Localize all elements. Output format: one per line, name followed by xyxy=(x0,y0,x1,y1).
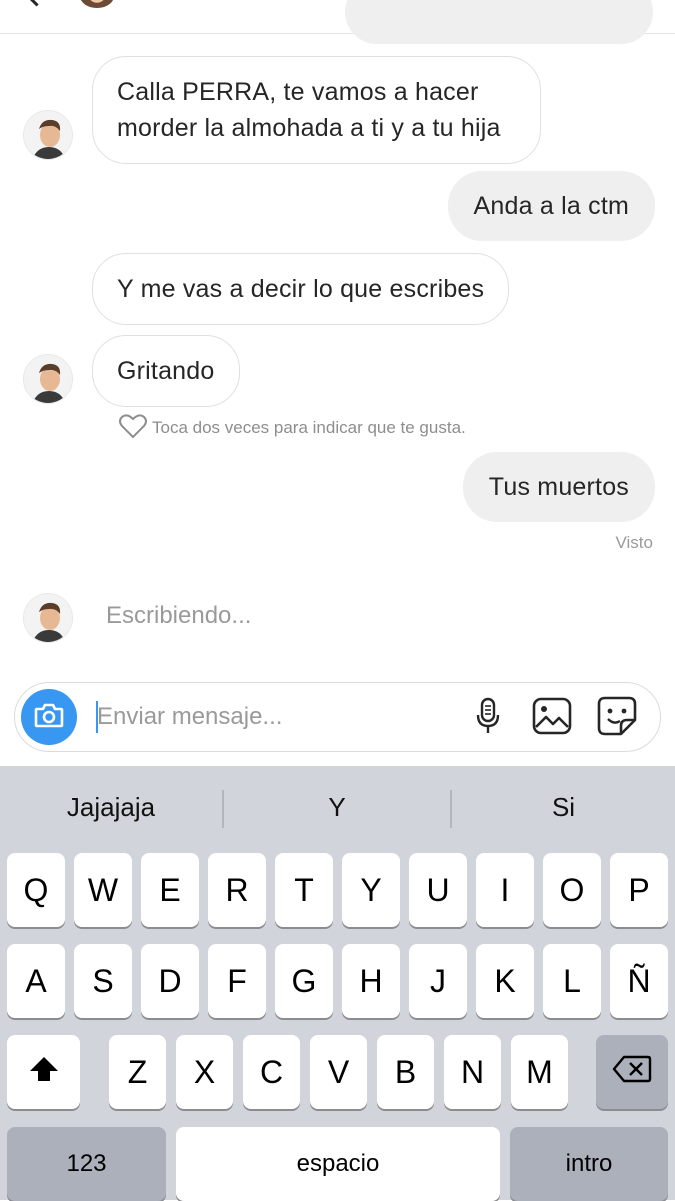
camera-button[interactable] xyxy=(21,689,77,745)
backspace-icon xyxy=(612,1054,652,1091)
key[interactable]: A xyxy=(7,944,65,1018)
key[interactable]: S xyxy=(74,944,132,1018)
seen-status: Visto xyxy=(615,533,654,552)
return-key[interactable]: intro xyxy=(510,1127,668,1201)
gallery-icon xyxy=(532,697,572,740)
suggestion-item[interactable]: Si xyxy=(452,766,675,848)
shift-key[interactable] xyxy=(7,1035,80,1109)
key[interactable]: M xyxy=(511,1035,568,1109)
header-avatar[interactable] xyxy=(80,0,114,8)
key[interactable]: I xyxy=(476,853,534,927)
sticker-icon xyxy=(597,696,637,741)
key[interactable]: Z xyxy=(109,1035,166,1109)
space-key[interactable]: espacio xyxy=(176,1127,500,1201)
key[interactable]: W xyxy=(74,853,132,927)
back-arrow-icon[interactable] xyxy=(24,0,49,7)
sticker-button[interactable] xyxy=(596,696,638,741)
sent-message[interactable]: Tus muertos xyxy=(462,452,655,522)
sender-avatar[interactable] xyxy=(23,354,73,404)
key[interactable]: E xyxy=(141,853,199,927)
key[interactable]: Y xyxy=(342,853,400,927)
suggestion-item[interactable]: Jajajaja xyxy=(0,766,222,848)
key[interactable]: V xyxy=(310,1035,367,1109)
key[interactable]: G xyxy=(275,944,333,1018)
message-composer xyxy=(14,682,661,752)
key[interactable]: X xyxy=(176,1035,233,1109)
typing-indicator: Escribiendo... xyxy=(106,602,252,629)
key[interactable]: P xyxy=(610,853,668,927)
suggestion-bar: Jajajaja Y Si xyxy=(0,766,675,848)
key[interactable]: U xyxy=(409,853,467,927)
received-message[interactable]: Y me vas a decir lo que escribes xyxy=(92,253,510,325)
gallery-button[interactable] xyxy=(531,697,573,739)
heart-icon[interactable] xyxy=(118,413,148,444)
camera-icon xyxy=(34,702,64,733)
sender-avatar[interactable] xyxy=(23,110,73,160)
key[interactable]: R xyxy=(208,853,266,927)
message-input[interactable] xyxy=(95,697,447,737)
microphone-icon xyxy=(475,697,501,740)
typing-avatar xyxy=(23,593,73,643)
like-hint: Toca dos veces para indicar que te gusta… xyxy=(118,413,466,444)
suggestion-item[interactable]: Y xyxy=(224,766,450,848)
key[interactable]: H xyxy=(342,944,400,1018)
key[interactable]: C xyxy=(243,1035,300,1109)
key[interactable]: L xyxy=(543,944,601,1018)
backspace-key[interactable] xyxy=(596,1035,668,1109)
key[interactable]: N xyxy=(444,1035,501,1109)
key[interactable]: Q xyxy=(7,853,65,927)
received-message[interactable]: Calla PERRA, te vamos a hacer morder la … xyxy=(92,56,541,164)
previous-message-bubble xyxy=(345,0,653,44)
microphone-button[interactable] xyxy=(467,697,509,739)
key[interactable]: J xyxy=(409,944,467,1018)
key[interactable]: T xyxy=(275,853,333,927)
key[interactable]: B xyxy=(377,1035,434,1109)
sent-message[interactable]: Anda a la ctm xyxy=(447,171,655,241)
received-message[interactable]: Gritando xyxy=(92,335,240,407)
text-cursor xyxy=(96,701,98,733)
shift-arrow-icon xyxy=(28,1054,60,1091)
key[interactable]: O xyxy=(543,853,601,927)
on-screen-keyboard: Jajajaja Y Si Q W E R T Y U I O P A S D … xyxy=(0,766,675,1201)
key[interactable]: D xyxy=(141,944,199,1018)
key[interactable]: F xyxy=(208,944,266,1018)
key[interactable]: K xyxy=(476,944,534,1018)
key[interactable]: Ñ xyxy=(610,944,668,1018)
numbers-key[interactable]: 123 xyxy=(7,1127,166,1201)
like-hint-text: Toca dos veces para indicar que te gusta… xyxy=(152,418,466,437)
